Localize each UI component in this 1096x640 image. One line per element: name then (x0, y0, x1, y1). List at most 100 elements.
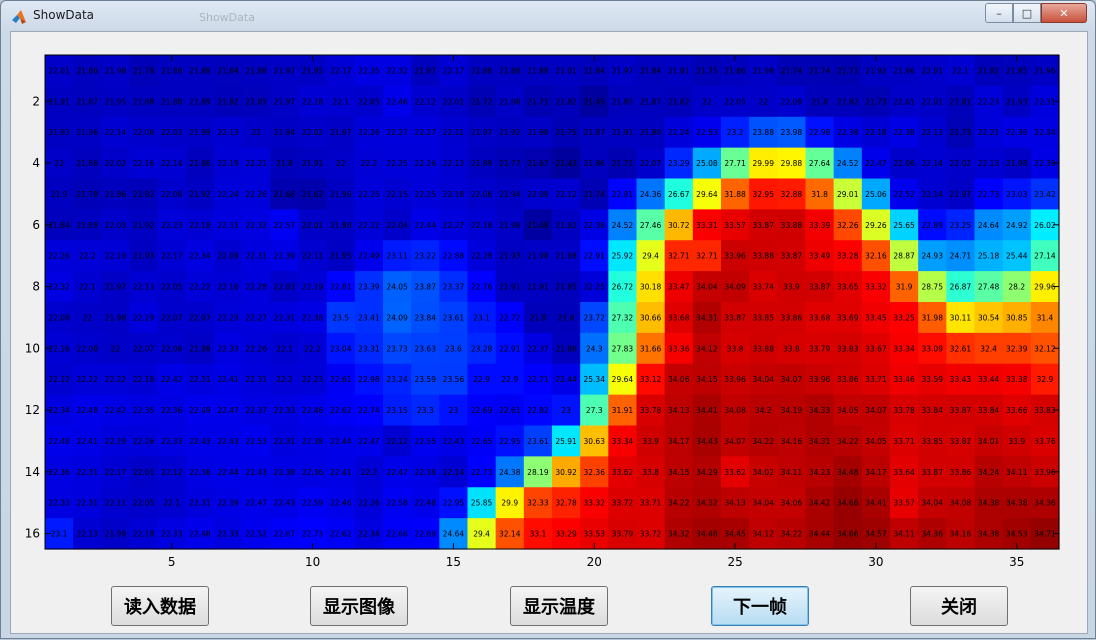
cell-value-label: 34.05 (837, 406, 859, 415)
cell-value-label: 22.44 (555, 375, 577, 384)
cell-value-label: 22.69 (471, 406, 493, 415)
cell-value-label: 21.86 (105, 190, 127, 199)
cell-value-label: 21.85 (1006, 66, 1028, 75)
cell-value-label: 22.21 (246, 159, 268, 168)
cell-value-label: 27.83 (612, 344, 634, 353)
y-tick-label: 14 (25, 465, 40, 479)
cell-value-label: 33.43 (950, 375, 972, 384)
x-tick-label: 35 (1009, 555, 1024, 569)
cell-value-label: 22.31 (189, 375, 211, 384)
cell-value-label: 34.07 (781, 375, 803, 384)
cell-value-label: 22.33 (217, 530, 239, 539)
cell-value-label: 22.38 (274, 468, 296, 477)
heatmap-axes[interactable]: 22.01 21.86 21.98 21.78 21.89 21.88 21.84 21.88… (1, 1, 1096, 640)
cell-value-label: 22.07 (161, 313, 183, 322)
cell-value-label: 21.8 (276, 159, 293, 168)
cell-value-label: 33.46 (893, 375, 915, 384)
cell-value-label: 22.03 (274, 283, 296, 292)
cell-value-label: 21.98 (753, 66, 775, 75)
cell-value-label: 22 (82, 313, 92, 322)
cell-value-label: 22.12 (555, 190, 577, 199)
cell-value-label: 22.34 (189, 252, 211, 261)
cell-value-label: 22.18 (443, 190, 465, 199)
cell-value-label: 23.29 (668, 159, 690, 168)
cell-value-label: 25.85 (471, 499, 493, 508)
close-button[interactable]: 关闭 (910, 586, 1008, 626)
cell-value-label: 21.94 (499, 190, 521, 199)
cell-value-label: 34.04 (696, 283, 718, 292)
cell-value-label: 22.02 (950, 159, 972, 168)
cell-value-label: 22.57 (274, 221, 296, 230)
image-button[interactable]: 显示图像 (310, 586, 408, 626)
cell-value-label: 24.05 (386, 283, 408, 292)
temp-button[interactable]: 显示温度 (510, 586, 608, 626)
cell-value-label: 21.74 (809, 66, 831, 75)
cell-value-label: 22.44 (217, 468, 239, 477)
cell-value-label: 27.64 (809, 159, 831, 168)
cell-value-label: 21.84 (217, 66, 239, 75)
cell-value-label: 22.12 (415, 97, 437, 106)
cell-value-label: 22 (54, 159, 64, 168)
cell-value-label: 33.9 (783, 283, 800, 292)
cell-value-label: 21.91 (555, 66, 577, 75)
y-tick-label: 4 (32, 156, 40, 170)
cell-value-label: 21.82 (217, 97, 239, 106)
cell-value-label: 21.95 (330, 252, 352, 261)
cell-value-label: 30.66 (640, 313, 662, 322)
cell-value-label: 21.92 (555, 221, 577, 230)
cell-value-label: 25.44 (1006, 252, 1028, 261)
cell-value-label: 21.94 (274, 128, 296, 137)
cell-value-label: 22.36 (48, 468, 70, 477)
cell-value-label: 34.32 (668, 530, 690, 539)
cell-value-label: 22.08 (161, 344, 183, 353)
cell-value-label: 28.19 (527, 468, 549, 477)
cell-value-label: 33.86 (837, 375, 859, 384)
cell-value-label: 34.44 (809, 530, 831, 539)
cell-value-label: 33.87 (922, 468, 944, 477)
cell-value-label: 21.71 (527, 97, 549, 106)
cell-value-label: 22.26 (415, 159, 437, 168)
cell-value-label: 21.73 (865, 97, 887, 106)
cell-value-label: 33.49 (809, 252, 831, 261)
cell-value-label: 22.26 (133, 437, 155, 446)
cell-value-label: 21.88 (189, 66, 211, 75)
cell-value-label: 33.25 (893, 313, 915, 322)
cell-value-label: 31.4 (1037, 313, 1054, 322)
next-button[interactable]: 下一帧 (711, 586, 809, 626)
cell-value-label: 31.66 (640, 344, 662, 353)
cell-value-label: 29.26 (865, 221, 887, 230)
y-tick-label: 2 (32, 94, 40, 108)
cell-value-label: 21.97 (274, 66, 296, 75)
cell-value-label: 22.39 (1034, 159, 1056, 168)
cell-value-label: 33.36 (668, 344, 690, 353)
cell-value-label: 22.58 (386, 499, 408, 508)
cell-value-label: 23.61 (527, 437, 549, 446)
cell-value-label: 31.88 (724, 190, 746, 199)
cell-value-label: 27.32 (612, 313, 634, 322)
cell-value-label: 34.71 (1034, 530, 1056, 539)
cell-value-label: 22.39 (217, 499, 239, 508)
cell-value-label: 22.37 (246, 406, 268, 415)
cell-value-label: 33.72 (640, 530, 662, 539)
cell-value-label: 21.87 (640, 97, 662, 106)
app-window: ShowData ShowData – □ ✕ 22.01 21.86 21.98 2… (0, 0, 1096, 639)
cell-value-label: 21.89 (77, 221, 99, 230)
cell-value-label: 22.95 (443, 499, 465, 508)
cell-value-label: 22.18 (133, 530, 155, 539)
cell-value-label: 34.13 (668, 406, 690, 415)
cell-value-label: 23.37 (443, 283, 465, 292)
cell-value-label: 23.56 (443, 375, 465, 384)
cell-value-label: 21.84 (584, 66, 606, 75)
cell-value-label: 33.8 (783, 344, 800, 353)
cell-value-label: 22.25 (584, 283, 606, 292)
cell-value-label: 21.97 (105, 283, 127, 292)
cell-value-label: 34.23 (809, 468, 831, 477)
cell-value-label: 22.73 (302, 530, 324, 539)
cell-value-label: 21.86 (77, 159, 99, 168)
cell-value-label: 33.87 (950, 406, 972, 415)
cell-value-label: 33.68 (809, 313, 831, 322)
cell-value-label: 33.87 (753, 221, 775, 230)
load-button[interactable]: 读入数据 (111, 586, 209, 626)
cell-value-label: 33.09 (922, 344, 944, 353)
cell-value-label: 22.07 (133, 344, 155, 353)
